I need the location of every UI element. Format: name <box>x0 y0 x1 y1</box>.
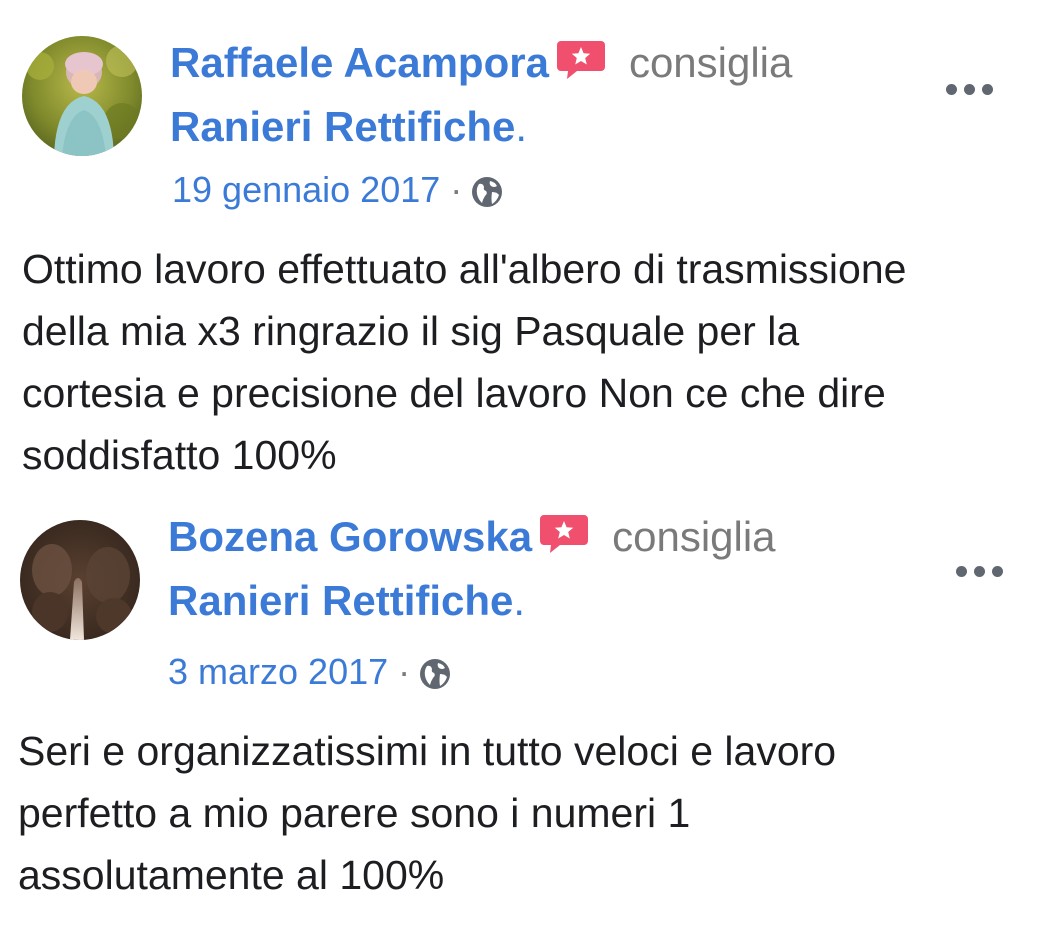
post-meta: 3 marzo 2017 · <box>168 650 452 701</box>
post-date[interactable]: 3 marzo 2017 <box>168 651 388 692</box>
recommend-verb: consiglia <box>628 39 793 86</box>
page-suffix: . <box>515 103 528 150</box>
review-post: Raffaele Acampora consiglia Ranieri Rett… <box>0 0 1059 490</box>
more-dot <box>982 84 993 95</box>
more-dot <box>946 84 957 95</box>
more-options-icon[interactable] <box>952 560 1012 584</box>
author-name[interactable]: Bozena Gorowska <box>168 513 532 560</box>
recommend-verb: consiglia <box>612 513 776 560</box>
post-header: Raffaele Acampora consiglia <box>170 38 792 92</box>
meta-separator: · <box>398 651 411 692</box>
more-dot <box>974 566 985 577</box>
page-link-line: Ranieri Rettifiche. <box>170 102 527 152</box>
recommend-icon <box>555 39 607 92</box>
page-name[interactable]: Ranieri Rettifiche <box>170 103 515 150</box>
avatar[interactable] <box>22 36 142 156</box>
more-dot <box>992 566 1003 577</box>
review-text: Ottimo lavoro effettuato all'albero di t… <box>22 246 907 478</box>
globe-icon <box>418 657 452 701</box>
post-meta: 19 gennaio 2017 · <box>172 168 504 219</box>
review-post: Bozena Gorowska consiglia Ranieri Rettif… <box>0 490 1059 928</box>
avatar[interactable] <box>20 520 140 640</box>
page-link-line: Ranieri Rettifiche. <box>168 576 525 626</box>
author-name[interactable]: Raffaele Acampora <box>170 39 549 86</box>
recommend-icon <box>538 513 590 566</box>
post-header: Bozena Gorowska consiglia <box>168 512 776 566</box>
review-text: Seri e organizzatissimi in tutto veloci … <box>18 728 837 898</box>
globe-icon <box>470 175 504 219</box>
page-name[interactable]: Ranieri Rettifiche <box>168 577 513 624</box>
page-suffix: . <box>513 577 526 624</box>
meta-separator: · <box>450 169 463 210</box>
post-date[interactable]: 19 gennaio 2017 <box>172 169 440 210</box>
more-dot <box>956 566 967 577</box>
more-options-icon[interactable] <box>942 78 1002 102</box>
more-dot <box>964 84 975 95</box>
